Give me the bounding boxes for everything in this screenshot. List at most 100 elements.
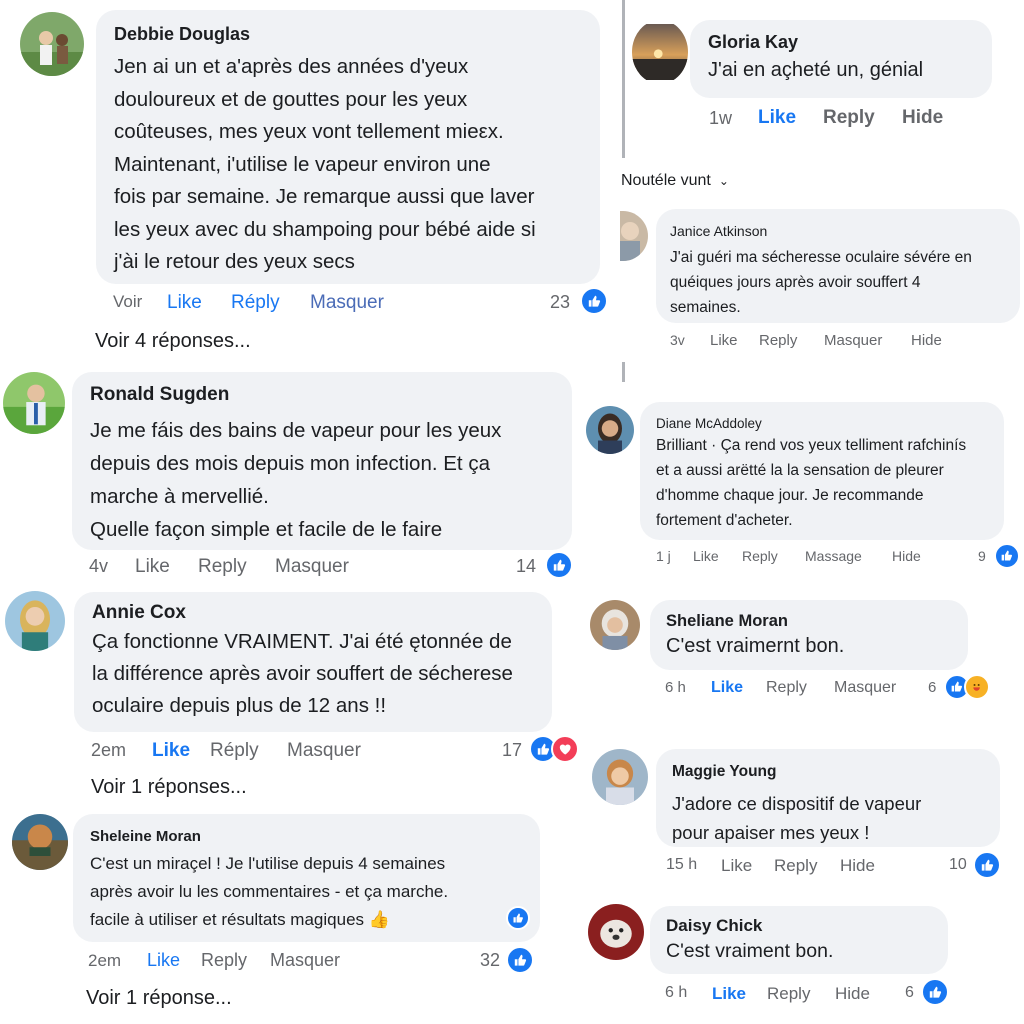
comment-author[interactable]: Daisy Chick (666, 916, 932, 936)
reply-button[interactable]: Reply (766, 679, 807, 697)
hide-button[interactable]: Hide (902, 107, 943, 129)
like-button[interactable]: Like (721, 856, 752, 876)
reactions[interactable] (921, 978, 949, 1006)
reaction-count[interactable]: 6 (928, 679, 936, 696)
comment-diane-mcaddoley: Diane McAddoley Brilliant · Ça rend vos … (584, 400, 1024, 575)
comment-time[interactable]: 6 h (665, 984, 687, 1002)
like-button[interactable]: Like (710, 332, 738, 349)
reaction-count[interactable]: 32 (480, 950, 500, 971)
comment-time[interactable]: 4v (89, 556, 108, 577)
like-button[interactable]: Like (135, 556, 170, 578)
comment-time[interactable]: 2em (91, 740, 126, 761)
comment-ronald-sugden: Gloria Kay Ronald Sugden Je me fáis des … (0, 368, 620, 588)
like-reaction-icon (506, 946, 534, 974)
hide-button[interactable]: Masquer (275, 556, 349, 578)
comment-debbie-douglas: Debbie Douglas Jen ai un et a'après des … (0, 0, 620, 360)
like-button[interactable]: Like (712, 984, 746, 1004)
comment-author[interactable]: Ronald Sugden (90, 384, 554, 406)
comment-time[interactable]: 1 j (656, 548, 671, 564)
reaction-count[interactable]: 9 (978, 548, 986, 564)
reactions[interactable] (506, 946, 534, 974)
comment-time[interactable]: 1w (709, 108, 732, 129)
comment-author[interactable]: Annie Cox (92, 602, 534, 624)
like-reaction-icon (973, 851, 1001, 879)
reactions[interactable] (529, 735, 579, 763)
like-button[interactable]: Like (711, 679, 743, 697)
comment-author[interactable]: Debbie Douglas (114, 24, 582, 45)
column-divider-bottom (622, 362, 625, 382)
reply-button[interactable]: Reply (823, 107, 875, 129)
hide-button-secondary[interactable]: Hide (892, 548, 921, 564)
comment-annie-cox: Annie Cox Ça fonctionne VRAIMENT. J'ai é… (0, 586, 620, 804)
hide-button[interactable]: Hide (835, 984, 870, 1004)
comment-time[interactable]: 3v (670, 332, 685, 348)
avatar[interactable] (588, 904, 644, 960)
reactions[interactable] (944, 674, 990, 700)
heart-reaction-icon (551, 735, 579, 763)
avatar[interactable] (3, 372, 65, 434)
hide-button[interactable]: Masquer (270, 950, 340, 971)
like-button[interactable]: Like (152, 740, 190, 762)
reply-button[interactable]: Reply (767, 984, 810, 1004)
reaction-count[interactable]: 17 (502, 740, 522, 761)
hide-button-secondary[interactable]: Hide (911, 332, 942, 349)
avatar[interactable] (592, 749, 648, 805)
reply-button[interactable]: Reply (742, 548, 778, 564)
comment-time[interactable]: 2em (88, 951, 121, 971)
avatar[interactable] (12, 814, 68, 870)
view-replies-link[interactable]: Voir 4 réponses... (95, 330, 251, 353)
reactions[interactable] (973, 851, 1001, 879)
hide-button[interactable]: Massage (805, 548, 862, 564)
avatar[interactable] (5, 591, 65, 651)
avatar[interactable] (620, 211, 648, 261)
avatar[interactable] (586, 406, 634, 454)
reply-button[interactable]: Réply (231, 292, 280, 314)
comment-text: J'ai en açheté un, génial (708, 59, 924, 81)
comment-janice-atkinson: Janice Atkinson J'ai guéri ma sécheresse… (620, 205, 1024, 365)
reply-button[interactable]: Reply (759, 332, 797, 349)
comment-author[interactable]: Gloria Kay (708, 32, 974, 53)
comment-author[interactable]: Sheleine Moran (90, 828, 523, 845)
reply-button[interactable]: Reply (201, 950, 247, 971)
sort-label: Noutéle vunt (621, 172, 711, 189)
reactions[interactable] (580, 287, 608, 315)
reaction-count[interactable]: 23 (550, 292, 570, 313)
comment-bubble: Gloria Kay J'ai en açheté un, génial (690, 20, 992, 98)
reactions[interactable] (545, 551, 573, 579)
reply-button[interactable]: Reply (774, 856, 817, 876)
like-reaction-icon[interactable] (506, 906, 530, 930)
hide-button[interactable]: Masquer (287, 740, 361, 762)
like-button[interactable]: Like (693, 548, 719, 564)
comment-bubble: Maggie Young J'adore ce dispositif de va… (656, 749, 1000, 847)
reaction-count[interactable]: 10 (949, 856, 967, 874)
comment-daisy-chick: Daisy Chick C'est vraiment bon. 6 h Like… (584, 900, 1024, 1024)
hide-button[interactable]: Masquer (834, 679, 896, 697)
reaction-count[interactable]: 6 (905, 984, 914, 1002)
reaction-count[interactable]: 14 (516, 556, 536, 577)
chevron-down-icon: ⌄ (718, 174, 729, 188)
view-replies-link[interactable]: Voir 1 réponse... (86, 987, 232, 1010)
comment-author[interactable]: Janice Atkinson (670, 223, 1006, 239)
avatar[interactable] (632, 20, 688, 84)
comment-text: Brilliant · Ça rend vos yeux telliment r… (656, 437, 967, 529)
sort-dropdown[interactable]: Noutéle vunt ⌄ (621, 172, 729, 190)
comment-author[interactable]: Diane McAddoley (656, 416, 988, 431)
avatar[interactable] (20, 12, 84, 76)
comment-time[interactable]: 6 h (665, 679, 686, 696)
avatar[interactable] (590, 600, 640, 650)
reply-button[interactable]: Réply (210, 740, 259, 762)
view-replies-link[interactable]: Voir 1 réponses... (91, 776, 247, 799)
hide-button[interactable]: Masquer (824, 332, 882, 349)
like-button[interactable]: Like (167, 292, 202, 314)
like-button[interactable]: Like (758, 107, 796, 129)
comment-time[interactable]: 15 h (666, 856, 697, 874)
comment-sheleine-moran: Sheleine Moran C'est un miraçel ! Je l'u… (0, 810, 620, 1024)
reactions[interactable] (994, 543, 1020, 569)
comment-author[interactable]: Maggie Young (672, 763, 984, 781)
hide-button[interactable]: Hide (840, 856, 875, 876)
comment-time[interactable]: Voir (113, 292, 142, 312)
like-button[interactable]: Like (147, 950, 180, 971)
reply-button[interactable]: Reply (198, 556, 247, 578)
comment-author[interactable]: Sheliane Moran (666, 612, 952, 631)
hide-button[interactable]: Masquer (310, 292, 384, 314)
